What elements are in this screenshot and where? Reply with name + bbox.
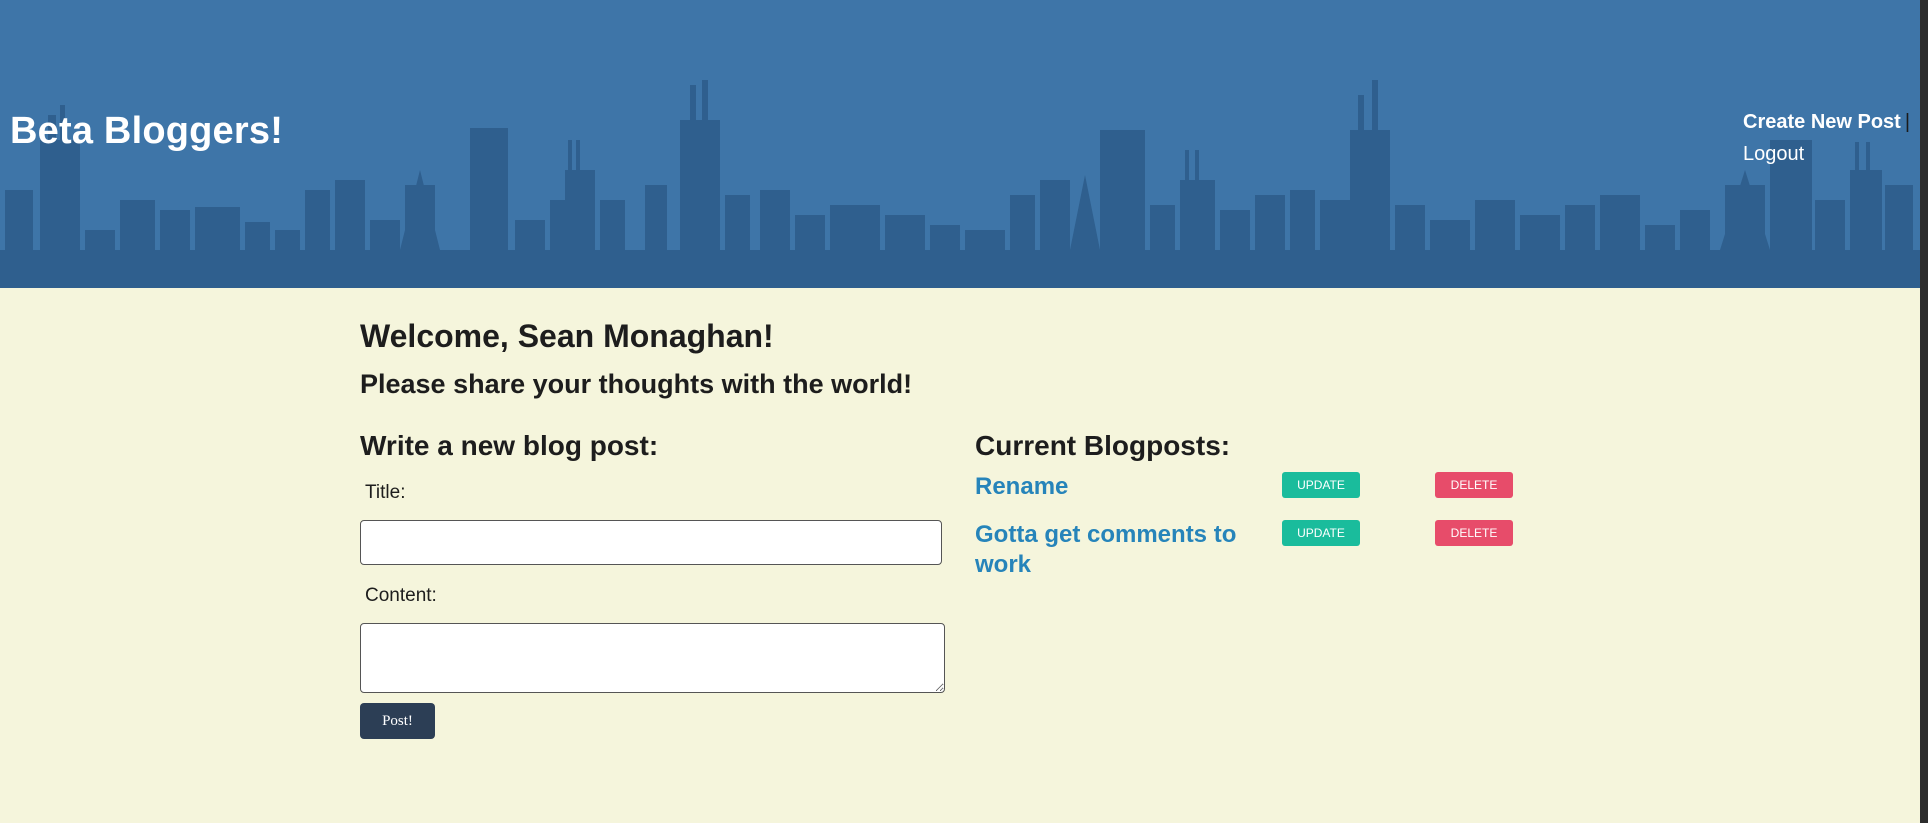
window-edge — [1920, 0, 1928, 823]
post-item: Rename UPDATE DELETE — [975, 472, 1535, 520]
post-title-link[interactable]: Gotta get comments to work — [975, 520, 1265, 580]
city-skyline-icon — [0, 80, 1920, 288]
delete-button[interactable]: DELETE — [1435, 520, 1513, 546]
logout-link[interactable]: Logout — [1743, 143, 1804, 165]
new-post-form: Write a new blog post: Title: Content: P… — [360, 430, 945, 739]
update-button[interactable]: UPDATE — [1282, 520, 1360, 546]
current-posts-heading: Current Blogposts: — [975, 430, 1231, 461]
share-subheading: Please share your thoughts with the worl… — [360, 369, 913, 399]
current-posts: Current Blogposts: Rename UPDATE DELETE … — [975, 430, 1535, 590]
site-header: Beta Bloggers! Create New Post | Logout — [0, 0, 1920, 288]
delete-button[interactable]: DELETE — [1435, 472, 1513, 498]
title-label: Title: — [365, 482, 406, 503]
content-textarea[interactable] — [360, 623, 945, 693]
post-item: Gotta get comments to work UPDATE DELETE — [975, 520, 1535, 590]
page: Beta Bloggers! Create New Post | Logout W… — [0, 0, 1928, 823]
post-title-link[interactable]: Rename — [975, 472, 1265, 502]
nav-separator: | — [1904, 111, 1911, 133]
header-nav: Create New Post | Logout — [1743, 106, 1910, 170]
new-post-heading: Write a new blog post: — [360, 430, 659, 461]
post-button[interactable]: Post! — [360, 703, 435, 739]
title-input[interactable] — [360, 520, 942, 565]
update-button[interactable]: UPDATE — [1282, 472, 1360, 498]
content-label: Content: — [365, 585, 437, 606]
site-title[interactable]: Beta Bloggers! — [10, 110, 283, 153]
create-new-post-link[interactable]: Create New Post — [1743, 111, 1901, 133]
dashboard: Welcome, Sean Monaghan! Please share you… — [360, 288, 1560, 739]
welcome-heading: Welcome, Sean Monaghan! — [360, 318, 774, 354]
